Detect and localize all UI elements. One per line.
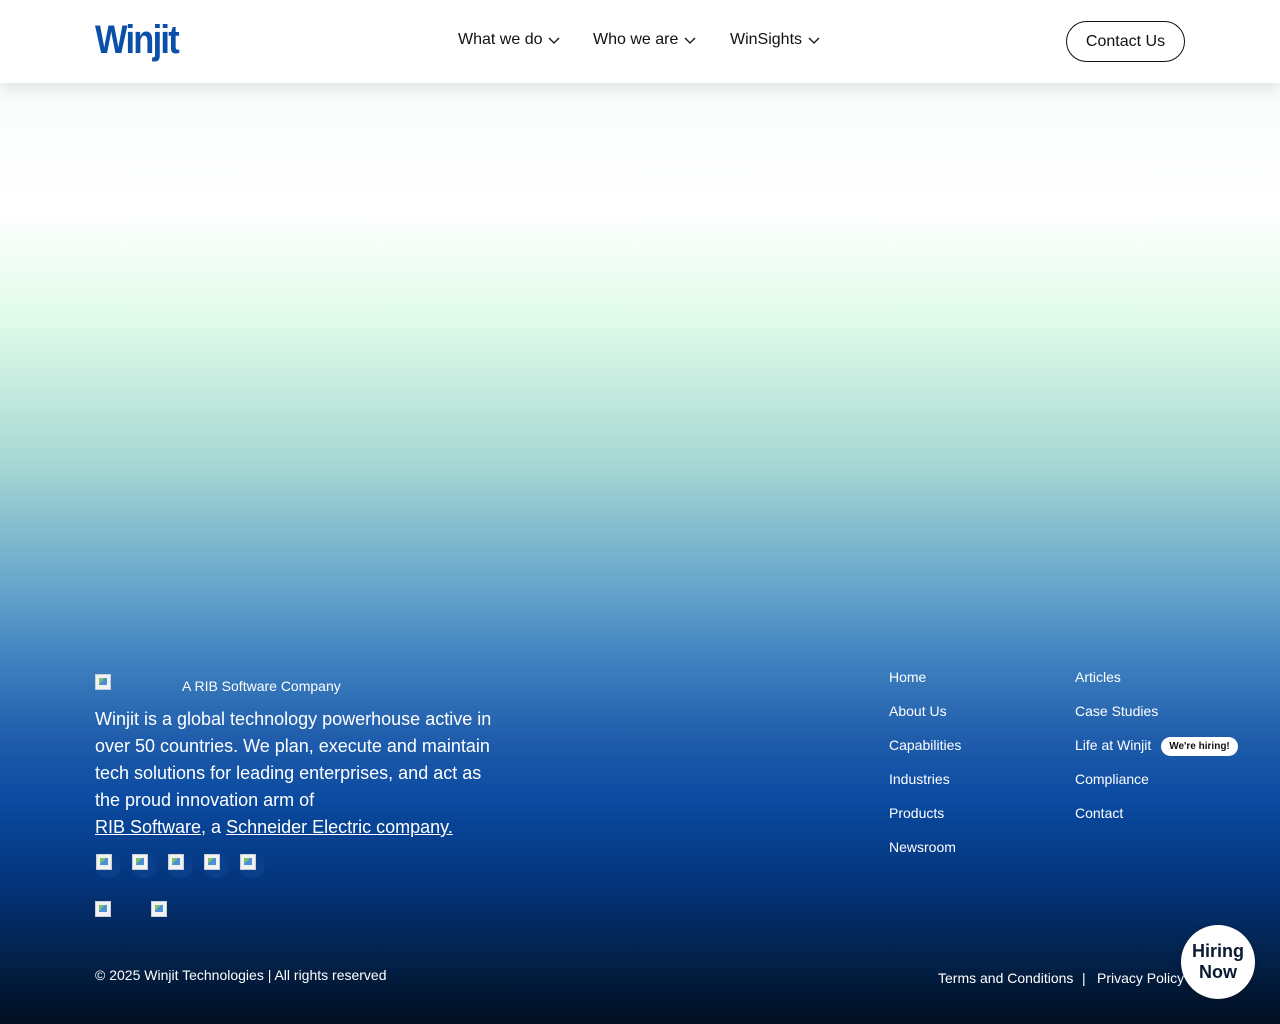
chevron-down-icon [549,37,560,44]
privacy-link[interactable]: Privacy Policy [1097,970,1184,986]
social-icon-image [132,854,148,870]
copyright-text: © 2025 Winjit Technologies | All rights … [95,967,387,983]
about-separator: , a [201,817,227,837]
schneider-link[interactable]: Schneider Electric company. [226,817,453,837]
footer-link-capabilities[interactable]: Capabilities [889,737,961,753]
nav-winsights[interactable]: WinSights [730,31,820,49]
social-icon[interactable] [95,852,121,878]
site-header: Winjit What we do Who we are WinSights C… [0,0,1280,83]
nav-what-we-do[interactable]: What we do [458,31,560,49]
footer-link-articles[interactable]: Articles [1075,669,1121,685]
about-description: Winjit is a global technology powerhouse… [95,709,492,810]
footer-link-case-studies[interactable]: Case Studies [1075,703,1158,719]
contact-us-button[interactable]: Contact Us [1066,21,1185,62]
rib-logo-image [95,674,111,690]
social-icon[interactable] [203,852,229,878]
footer-link-industries[interactable]: Industries [889,771,950,787]
hiring-now-button[interactable]: Hiring Now [1181,925,1255,999]
badge-image [95,901,111,917]
social-icon-image [168,854,184,870]
about-text: Winjit is a global technology powerhouse… [95,706,505,841]
legal-separator: | [1082,970,1086,986]
footer-link-home[interactable]: Home [889,669,926,685]
social-icon-image [204,854,220,870]
nav-label: Who we are [593,31,679,48]
footer-link-contact[interactable]: Contact [1075,805,1123,821]
social-icon-image [240,854,256,870]
nav-label: What we do [458,31,543,48]
nav-label: WinSights [730,31,803,48]
rib-company-label: A RIB Software Company [182,678,341,694]
terms-link[interactable]: Terms and Conditions [938,970,1073,986]
footer-link-products[interactable]: Products [889,805,944,821]
chevron-down-icon [684,37,696,44]
social-icon-image [96,854,112,870]
footer-link-newsroom[interactable]: Newsroom [889,839,956,855]
social-icon[interactable] [239,852,265,878]
footer-link-about-us[interactable]: About Us [889,703,947,719]
hiring-badge: We're hiring! [1161,737,1238,756]
nav-who-we-are[interactable]: Who we are [593,31,696,49]
winjit-logo[interactable]: Winjit [95,18,180,64]
rib-software-link[interactable]: RIB Software [95,817,201,837]
badge-image [151,901,167,917]
footer-link-life-at-winjit[interactable]: Life at Winjit [1075,737,1151,753]
social-icon[interactable] [167,852,193,878]
social-icon[interactable] [131,852,157,878]
chevron-down-icon [808,37,820,44]
hiring-now-line2: Now [1199,962,1237,982]
footer-link-compliance[interactable]: Compliance [1075,771,1149,787]
hiring-now-line1: Hiring [1192,941,1244,961]
